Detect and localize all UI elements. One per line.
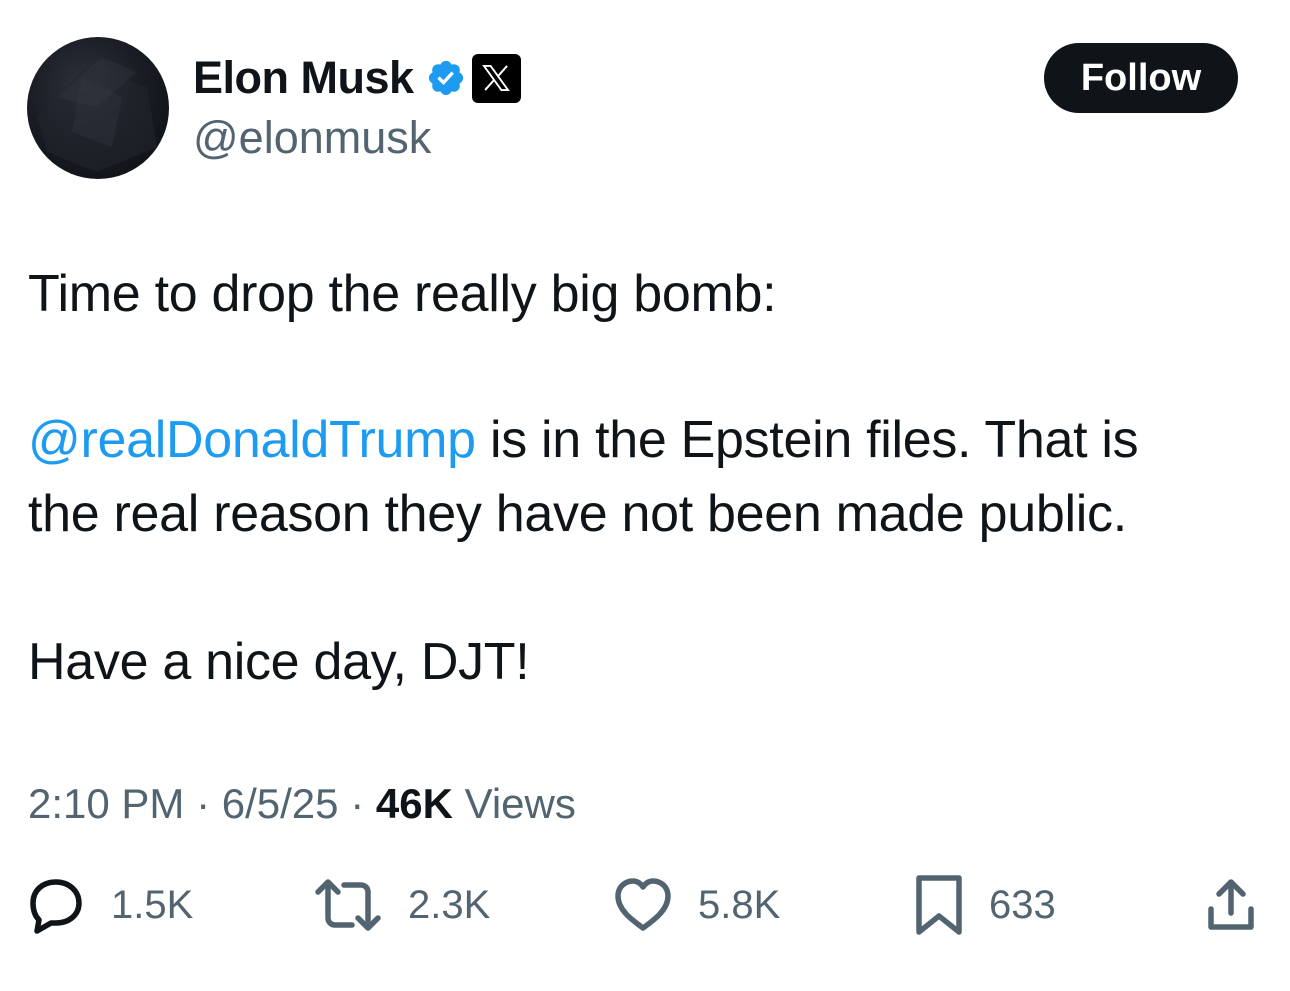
like-count: 5.8K	[698, 882, 781, 927]
action-bar: 1.5K 2.3K 5.8K 633	[0, 870, 1290, 940]
tweet-text-line-2: @realDonaldTrump is in the Epstein files…	[28, 411, 1139, 469]
reply-button[interactable]: 1.5K	[25, 870, 193, 940]
views-count: 46K	[375, 780, 453, 827]
tweet-card: Elon Musk @elonmusk Follow Time to drop …	[0, 0, 1290, 991]
repost-icon	[315, 879, 381, 931]
verified-badge-icon[interactable]	[426, 58, 466, 98]
tweet-meta: 2:10 PM · 6/5/25 · 46K Views	[28, 780, 576, 828]
tweet-date[interactable]: 6/5/25	[222, 780, 339, 827]
author-handle[interactable]: @elonmusk	[193, 112, 431, 164]
tweet-text-line-2-rest: is in the Epstein files. That is	[475, 411, 1139, 469]
heart-icon	[615, 878, 671, 931]
avatar[interactable]	[27, 37, 169, 179]
tweet-time[interactable]: 2:10 PM	[28, 780, 184, 827]
meta-separator: ·	[338, 780, 376, 827]
repost-count: 2.3K	[408, 882, 491, 927]
reply-count: 1.5K	[111, 882, 194, 927]
like-button[interactable]: 5.8K	[612, 870, 780, 940]
tweet-text-line-4: Have a nice day, DJT!	[28, 633, 530, 691]
reply-icon	[30, 879, 82, 934]
x-logo-icon[interactable]	[471, 53, 521, 103]
share-button[interactable]	[1201, 870, 1261, 940]
mention-link[interactable]: @realDonaldTrump	[28, 411, 476, 469]
share-icon	[1208, 879, 1254, 930]
author-name-row: Elon Musk	[193, 52, 521, 104]
tweet-text-line-3: the real reason they have not been made …	[28, 485, 1127, 543]
tweet-text-line-1: Time to drop the really big bomb:	[28, 265, 777, 323]
bookmark-button[interactable]: 633	[913, 870, 1056, 940]
repost-button[interactable]: 2.3K	[312, 870, 490, 940]
bookmark-icon	[916, 875, 962, 935]
views-label: Views	[452, 780, 576, 827]
bookmark-count: 633	[989, 882, 1056, 927]
author-display-name[interactable]: Elon Musk	[193, 52, 414, 104]
meta-separator: ·	[184, 780, 222, 827]
follow-button[interactable]: Follow	[1044, 43, 1238, 113]
avatar-image	[37, 57, 157, 172]
